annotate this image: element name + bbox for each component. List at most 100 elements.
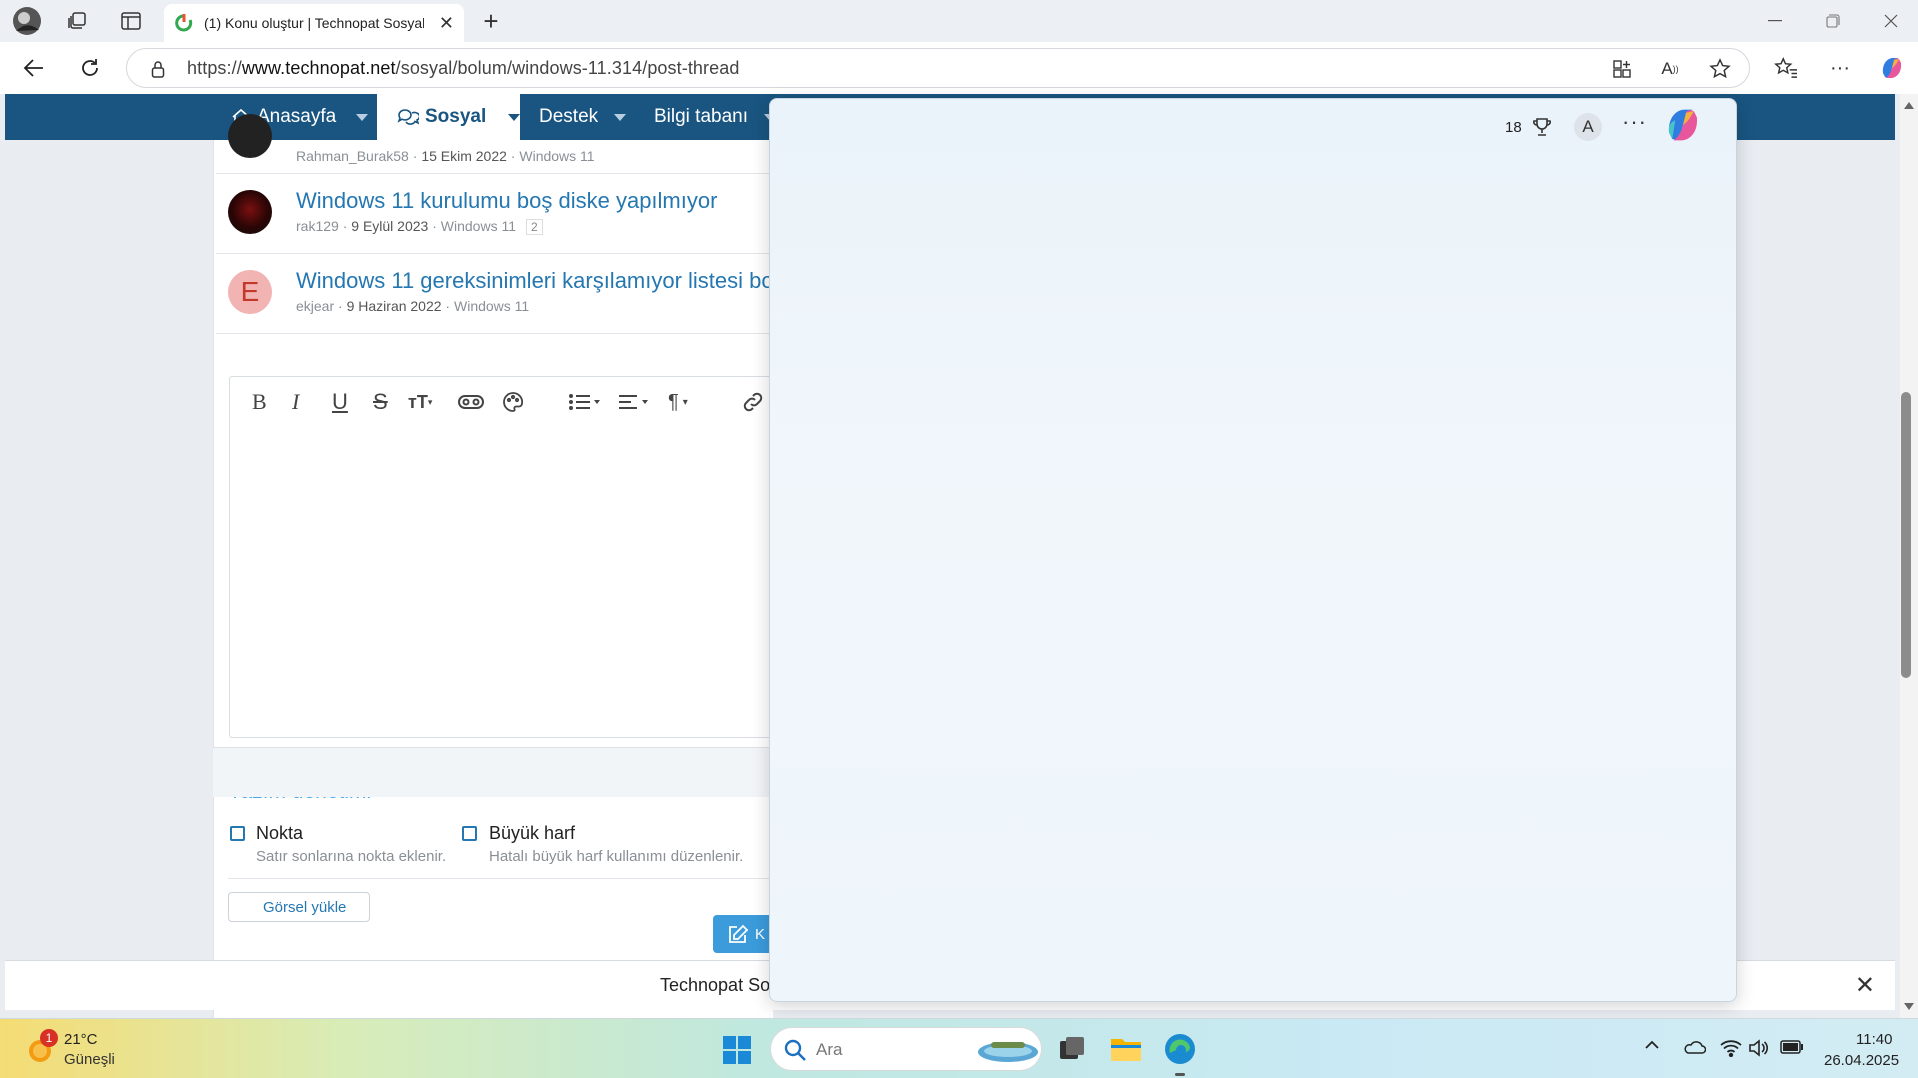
buyuk-harf-checkbox[interactable] (462, 826, 477, 841)
avatar[interactable] (228, 190, 272, 234)
start-button[interactable] (722, 1035, 752, 1065)
app-available-icon[interactable] (1609, 57, 1635, 81)
list-icon[interactable] (568, 389, 602, 415)
notice-text: Technopat So (660, 975, 771, 995)
active-tab[interactable]: (1) Konu oluştur | Technopat Sosyal ✕ (164, 4, 464, 42)
thread-meta: rak129 · 9 Eylül 2023 · Windows 11 2 (296, 218, 543, 235)
link-icon[interactable] (742, 389, 764, 415)
thread-date: 9 Eylül 2023 (351, 218, 429, 234)
thread-date: 9 Haziran 2022 (346, 298, 442, 314)
spoiler-icon[interactable] (458, 389, 484, 415)
edit-icon (727, 924, 749, 944)
notice-close-icon[interactable]: ✕ (1855, 971, 1875, 1000)
address-bar[interactable]: https://www.technopat.net/sosyal/bolum/w… (126, 48, 1750, 88)
clock-time[interactable]: 11:40 (1856, 1031, 1892, 1048)
new-tab-button[interactable]: + (476, 6, 506, 36)
nokta-hint: Satır sonlarına nokta eklenir. (256, 848, 447, 865)
avatar[interactable]: E (228, 270, 272, 314)
upload-label: Görsel yükle (263, 899, 347, 916)
thread-title[interactable]: Windows 11 gereksinimleri karşılamıyor l… (296, 268, 785, 294)
scroll-up-arrow[interactable] (1904, 102, 1914, 109)
similar-thread-item[interactable]: Rahman_Burak58 · 15 Ekim 2022 · Windows … (216, 100, 776, 174)
color-palette-icon[interactable] (502, 389, 524, 415)
search-highlight-icon (977, 1036, 1039, 1064)
reward-count: 18 (1505, 119, 1522, 136)
account-avatar[interactable]: A (1574, 113, 1602, 141)
refresh-icon[interactable] (76, 54, 104, 82)
lock-icon[interactable] (145, 57, 171, 81)
clock-date[interactable]: 26.04.2025 (1824, 1052, 1899, 1069)
favorites-icon[interactable] (1772, 54, 1800, 82)
profile-avatar[interactable] (12, 6, 42, 36)
buyuk-harf-hint: Hatalı büyük harf kullanımı düzenlenir. (489, 848, 744, 865)
underline-icon[interactable]: U (332, 389, 348, 415)
copilot-panel: 18 A ··· (769, 98, 1737, 1002)
read-aloud-icon[interactable]: A)) (1657, 57, 1683, 81)
show-hidden-icons-chevron[interactable] (1644, 1039, 1660, 1051)
weather-alert-badge: 1 (40, 1029, 58, 1047)
similar-thread-item[interactable]: E Windows 11 gereksinimleri karşılamıyor… (216, 254, 785, 334)
close-window-icon[interactable] (1868, 8, 1914, 34)
workspaces-icon[interactable] (62, 8, 92, 34)
divider (228, 878, 774, 879)
minimize-icon[interactable] (1752, 8, 1798, 34)
edge-browser-icon[interactable] (1164, 1033, 1196, 1065)
upload-image-button[interactable]: Görsel yükle (228, 892, 370, 922)
favorite-star-icon[interactable] (1707, 57, 1733, 81)
bold-icon[interactable]: B (252, 389, 267, 415)
search-placeholder: Ara (816, 1040, 843, 1059)
taskbar-search-box[interactable]: Ara (770, 1027, 1042, 1071)
copilot-icon[interactable] (1878, 54, 1906, 82)
reply-count-badge: 2 (526, 219, 543, 235)
thread-forum[interactable]: Windows 11 (441, 218, 516, 234)
strikethrough-icon[interactable]: S (373, 389, 388, 415)
browser-tab-strip: (1) Konu oluştur | Technopat Sosyal ✕ + (0, 0, 1918, 42)
font-size-icon[interactable]: тT ▾ (408, 389, 432, 415)
scrollbar-thumb[interactable] (1901, 392, 1911, 678)
thread-author[interactable]: Rahman_Burak58 (296, 148, 409, 164)
back-icon[interactable] (20, 54, 48, 82)
active-app-indicator (1175, 1073, 1185, 1076)
thread-title[interactable]: Windows 11 kurulumu boş diske yapılmıyor (296, 188, 717, 214)
thread-meta: Rahman_Burak58 · 15 Ekim 2022 · Windows … (296, 148, 595, 164)
onedrive-icon[interactable] (1682, 1039, 1706, 1055)
rich-text-editor[interactable]: B I U S тT ▾ ¶ ▾ (229, 376, 789, 738)
buyuk-harf-label[interactable]: Büyük harf (489, 823, 575, 844)
more-options-icon[interactable]: ··· (1622, 109, 1647, 135)
weather-temperature[interactable]: 21°C (64, 1031, 98, 1048)
battery-icon[interactable] (1780, 1040, 1804, 1054)
task-view-icon[interactable] (1058, 1035, 1086, 1063)
browser-toolbar: https://www.technopat.net/sosyal/bolum/w… (0, 42, 1918, 94)
form-submit-row (213, 747, 773, 797)
thread-author[interactable]: rak129 (296, 218, 339, 234)
restore-icon[interactable] (1810, 8, 1856, 34)
italic-icon[interactable]: I (292, 389, 299, 415)
thread-meta: ekjear · 9 Haziran 2022 · Windows 11 (296, 298, 530, 314)
nokta-checkbox[interactable] (230, 826, 245, 841)
vertical-tabs-icon[interactable] (116, 8, 146, 34)
weather-description[interactable]: Güneşli (64, 1051, 115, 1068)
paragraph-icon[interactable]: ¶ ▾ (668, 389, 688, 415)
similar-thread-item[interactable]: Windows 11 kurulumu boş diske yapılmıyor… (216, 174, 776, 254)
search-icon (783, 1038, 807, 1062)
technopat-favicon (174, 13, 194, 33)
nokta-label[interactable]: Nokta (256, 823, 303, 844)
thread-forum[interactable]: Windows 11 (519, 148, 594, 164)
submit-label: K (755, 925, 766, 943)
thread-forum[interactable]: Windows 11 (454, 298, 529, 314)
wifi-icon[interactable] (1720, 1039, 1742, 1057)
rewards-trophy-icon[interactable] (1532, 117, 1552, 137)
submit-thread-button[interactable]: K (713, 915, 773, 953)
tab-close-icon[interactable]: ✕ (439, 13, 454, 34)
settings-more-icon[interactable]: ··· (1826, 54, 1854, 82)
scroll-down-arrow[interactable] (1904, 1003, 1914, 1010)
copilot-logo-icon (1663, 105, 1703, 145)
url-prefix: https:// (187, 57, 242, 78)
url-host: www.technopat.net (241, 57, 396, 78)
url-text[interactable]: https://www.technopat.net/sosyal/bolum/w… (187, 58, 739, 79)
thread-author[interactable]: ekjear (296, 298, 334, 314)
volume-icon[interactable] (1748, 1039, 1768, 1057)
align-icon[interactable] (618, 389, 652, 415)
avatar[interactable] (228, 114, 272, 158)
file-explorer-icon[interactable] (1110, 1034, 1142, 1064)
